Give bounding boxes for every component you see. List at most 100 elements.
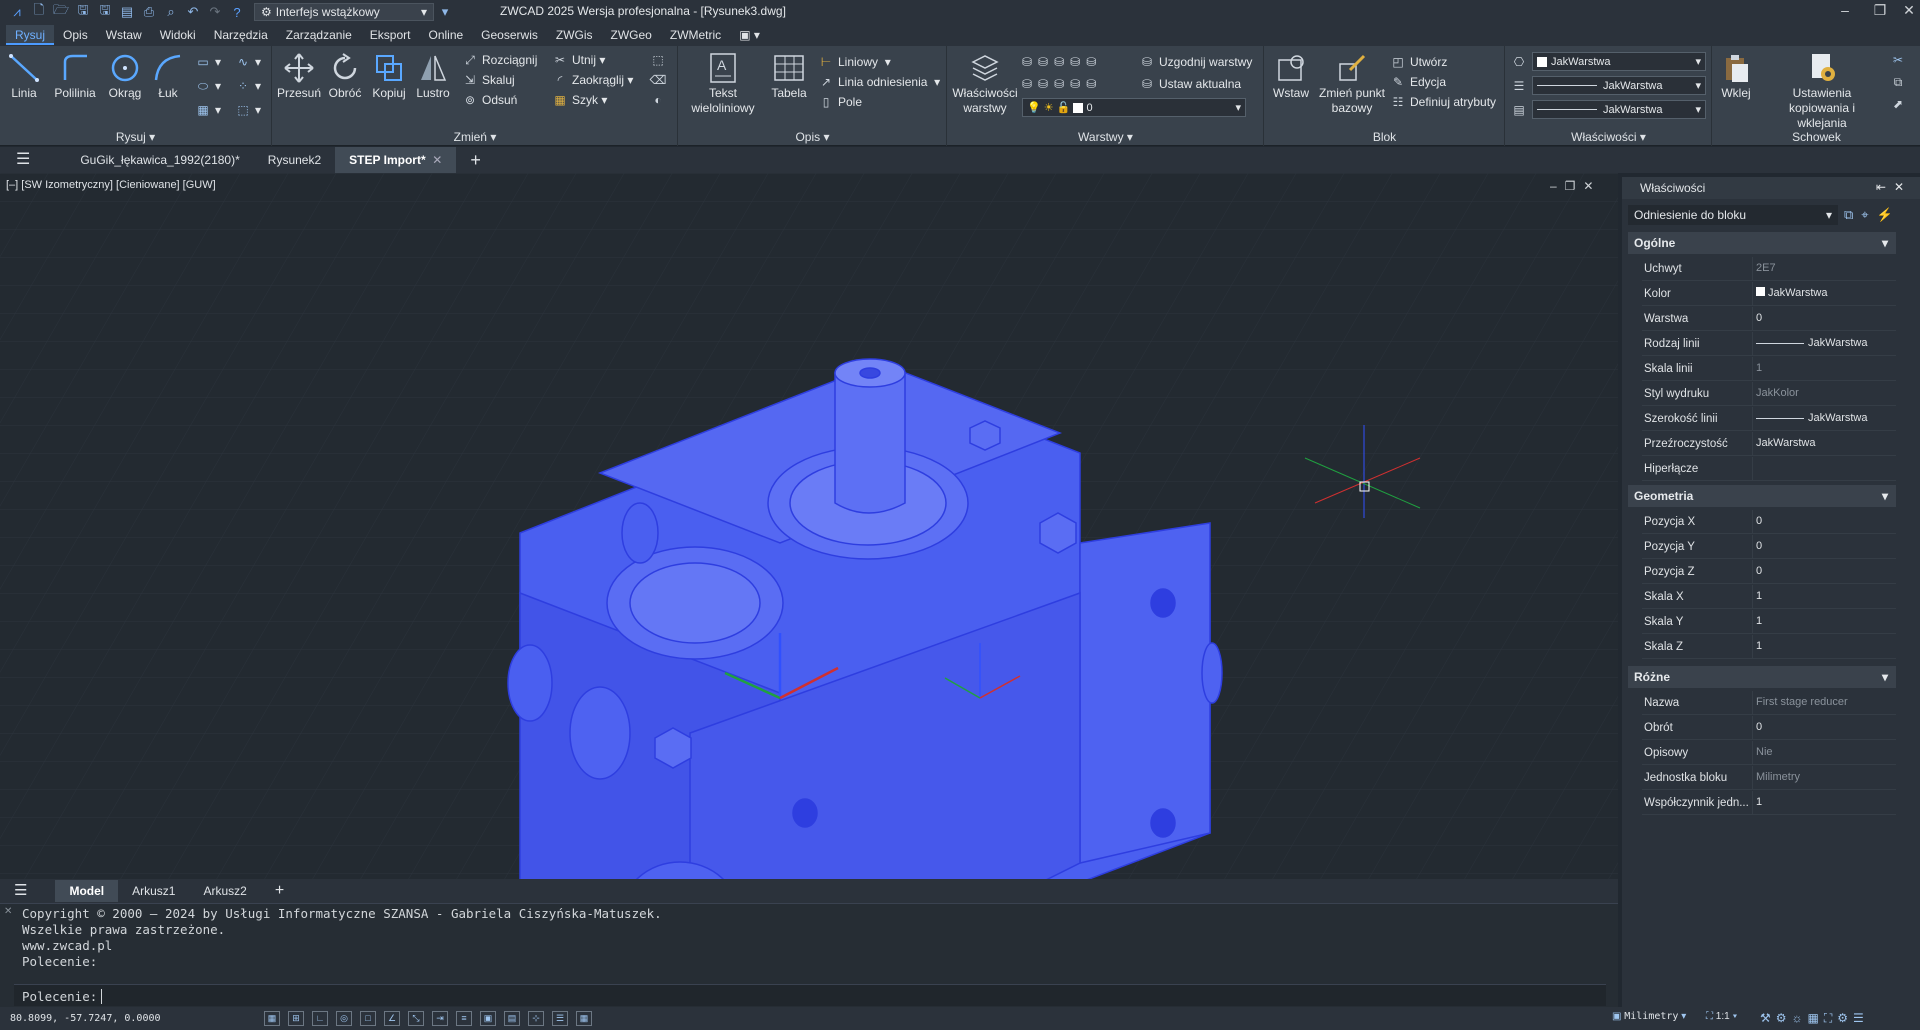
hatch-icon[interactable]: ▦ ▾ [196, 100, 221, 120]
property-value[interactable]: 1 [1756, 362, 1762, 374]
maximize-button[interactable]: ❐ [1865, 2, 1895, 22]
copy-clip-icon[interactable]: ⧉ [1891, 72, 1910, 92]
layer-properties-button[interactable]: Właściwości warstwy [950, 52, 1020, 116]
transparency-icon[interactable]: ▣ [480, 1011, 496, 1026]
leader-button[interactable]: ↗ Linia odniesienia ▾ [819, 72, 940, 92]
edit-block-button[interactable]: ✎ Edycja [1391, 72, 1446, 92]
panel-label-schowek[interactable]: Schowek [1713, 130, 1920, 144]
viewport-window-controls[interactable]: –❐✕ [1550, 179, 1602, 193]
close-tab-icon[interactable]: ✕ [432, 153, 442, 167]
snap-toggle-icon[interactable]: ⊞ [288, 1011, 304, 1026]
tab-model[interactable]: Model [55, 880, 119, 902]
match-format-icon[interactable]: ⬈ [1891, 94, 1910, 114]
change-base-point-button[interactable]: Zmień punkt bazowy [1315, 52, 1389, 116]
help-icon[interactable]: ? [226, 3, 248, 21]
properties-match-icon[interactable]: ◐ [651, 90, 670, 110]
property-row[interactable]: Współczynnik jedn... 1 [1642, 791, 1896, 815]
tab-eksport[interactable]: Eksport [361, 25, 420, 45]
drawing-viewport[interactable]: [–] [SW Izometryczny] [Cieniowane] [GUW]… [0, 173, 1618, 879]
tab-widoki[interactable]: Widoki [151, 25, 205, 45]
trim-button[interactable]: ✂ Utnij ▾ [553, 50, 605, 70]
panel-label-blok[interactable]: Blok [1265, 130, 1504, 144]
layout-menu-icon[interactable]: ☰ [0, 880, 41, 902]
tab-narzedzia[interactable]: Narzędzia [205, 25, 277, 45]
property-value[interactable]: 0 [1756, 721, 1762, 733]
rotate-button[interactable]: Obróć [325, 52, 365, 101]
property-row[interactable]: Obrót 0 [1642, 716, 1896, 740]
paste-button[interactable]: Wklej [1717, 52, 1755, 101]
property-row[interactable]: Pozycja Y 0 [1642, 535, 1896, 559]
status-tray-icons[interactable]: ⚒⚙☼▦⛶⚙☰ [1760, 1011, 1869, 1026]
property-value[interactable]: JakWarstwa [1756, 437, 1816, 449]
layer-current-button[interactable]: ⛁ Ustaw aktualna [1140, 74, 1241, 94]
selection-type-dropdown[interactable]: Odniesienie do bloku ▾ [1628, 205, 1838, 225]
save-icon[interactable]: 🖫 [72, 2, 94, 21]
undo-icon[interactable]: ↶ [182, 3, 204, 21]
property-value[interactable]: Milimetry [1756, 771, 1800, 783]
ribbon-toggle-icon[interactable]: ▣ ▾ [730, 25, 769, 45]
cut-icon[interactable]: ✂ [1891, 50, 1910, 70]
tab-geoserwis[interactable]: Geoserwis [472, 25, 547, 45]
customize-toolbar-icon[interactable]: ▾ [434, 3, 456, 21]
property-row[interactable]: Hiperłącze [1642, 457, 1896, 481]
layer-tools-row-1[interactable]: ⛁⛁⛁⛁⛁ [1022, 52, 1102, 72]
print-icon[interactable]: ⎙ [138, 3, 160, 21]
property-row[interactable]: Przeźroczystość JakWarstwa [1642, 432, 1896, 456]
layer-match-button[interactable]: ⛁ Uzgodnij warstwy [1140, 52, 1252, 72]
scale-button[interactable]: ⇲ Skaluj [463, 70, 515, 90]
property-value[interactable]: JakWarstwa [1756, 337, 1868, 349]
move-button[interactable]: Przesuń [277, 52, 321, 101]
arc-button[interactable]: Łuk [150, 52, 186, 101]
property-value[interactable]: Nie [1756, 746, 1773, 758]
quick-select-icons[interactable]: ⧉⌖⚡ [1844, 207, 1901, 223]
property-value[interactable]: 2E7 [1756, 262, 1776, 274]
osnap-toggle-icon[interactable]: □ [360, 1011, 376, 1026]
quick-props-icon[interactable]: ▤ [504, 1011, 520, 1026]
property-value[interactable]: JakWarstwa [1756, 287, 1828, 299]
region-icon[interactable]: ⬚ ▾ [236, 100, 261, 120]
line-button[interactable]: Linia [6, 52, 42, 101]
layer-tools-row-2[interactable]: ⛁⛁⛁⛁⛁ [1022, 74, 1102, 94]
stretch-button[interactable]: ⤢ Rozciągnij [463, 50, 537, 70]
copy-paste-settings-button[interactable]: Ustawienia kopiowania i wklejania [1767, 52, 1877, 131]
interface-dropdown[interactable]: ⚙ Interfejs wstążkowy ▾ [254, 3, 434, 21]
property-value[interactable]: 0 [1756, 540, 1762, 552]
tab-wstaw[interactable]: Wstaw [97, 25, 151, 45]
create-block-button[interactable]: ◰ Utwórz [1391, 52, 1447, 72]
app-logo-icon[interactable]: ⩘ [6, 3, 28, 21]
viewport-controls-label[interactable]: [–] [SW Izometryczny] [Cieniowane] [GUW] [6, 179, 216, 191]
property-value[interactable]: First stage reducer [1756, 696, 1848, 708]
mirror-button[interactable]: Lustro [413, 52, 453, 101]
tab-online[interactable]: Online [419, 25, 472, 45]
selection-cycle-icon[interactable]: ⊹ [528, 1011, 544, 1026]
tab-zwgis[interactable]: ZWGis [547, 25, 602, 45]
property-value[interactable]: 0 [1756, 312, 1762, 324]
grid-toggle-icon[interactable]: ▦ [264, 1011, 280, 1026]
array-button[interactable]: ▦ Szyk ▾ [553, 90, 607, 110]
panel-pin-close-icons[interactable]: ⇤✕ [1876, 180, 1912, 194]
property-row[interactable]: Szerokość linii JakWarstwa [1642, 407, 1896, 431]
annotation-icon[interactable]: ☰ [552, 1011, 568, 1026]
minimize-button[interactable]: – [1830, 2, 1860, 22]
panel-label-warstwy[interactable]: Warstwy ▾ [948, 130, 1263, 144]
property-row[interactable]: Rodzaj linii JakWarstwa [1642, 332, 1896, 356]
section-geometria[interactable]: Geometria ▾ [1628, 485, 1896, 507]
color-dropdown[interactable]: JakWarstwa ▾ [1532, 52, 1706, 71]
property-row[interactable]: Skala linii 1 [1642, 357, 1896, 381]
erase-icon[interactable]: ⌫ [650, 70, 670, 90]
property-value[interactable]: 1 [1756, 796, 1762, 808]
property-row[interactable]: Skala Z 1 [1642, 635, 1896, 659]
units-dropdown[interactable]: ▣ Milimetry ▾ [1612, 1011, 1686, 1022]
fillet-button[interactable]: ◜ Zaokrąglij ▾ [553, 70, 634, 90]
ellipse-icon[interactable]: ⬭ ▾ [196, 76, 221, 96]
insert-block-button[interactable]: Wstaw [1269, 52, 1313, 101]
section-ogolne[interactable]: Ogólne ▾ [1628, 232, 1896, 254]
property-value[interactable]: 1 [1756, 590, 1762, 602]
model-canvas[interactable] [0, 173, 1618, 879]
property-value[interactable]: 0 [1756, 565, 1762, 577]
rectangle-icon[interactable]: ▭ ▾ [196, 52, 221, 72]
close-button[interactable]: ✕ [1894, 2, 1920, 22]
open-folder-icon[interactable]: 🗁 [50, 2, 72, 21]
property-row[interactable]: Skala Y 1 [1642, 610, 1896, 634]
hamburger-menu-icon[interactable]: ☰ [0, 147, 46, 173]
